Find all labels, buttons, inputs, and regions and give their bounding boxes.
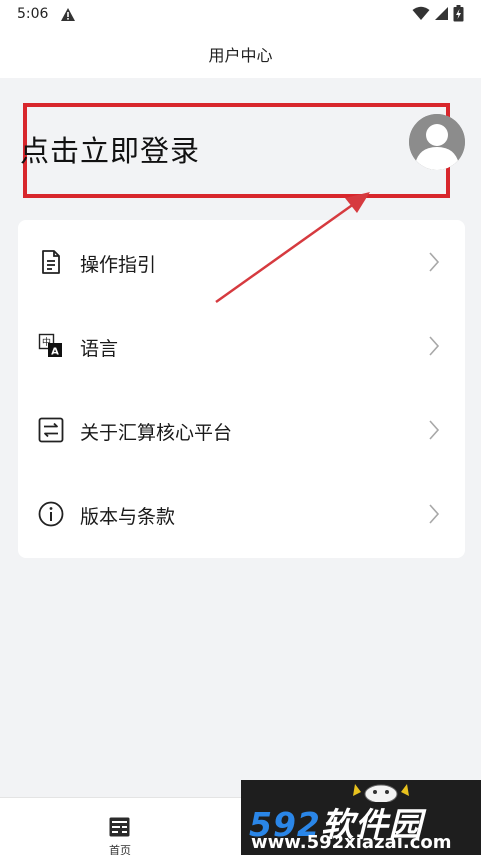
menu-item-version-terms[interactable]: 版本与条款 xyxy=(18,472,465,556)
menu-item-label: 操作指引 xyxy=(80,254,157,276)
chevron-right-icon xyxy=(429,504,440,524)
battery-icon xyxy=(453,5,464,22)
login-prompt[interactable]: 点击立即登录 xyxy=(20,128,200,170)
menu-item-about[interactable]: 关于汇算核心平台 xyxy=(18,388,465,472)
warning-icon xyxy=(61,8,75,21)
nav-home-label: 首页 xyxy=(109,844,131,855)
status-bar: 5:06 xyxy=(0,0,481,30)
page-title: 用户中心 xyxy=(208,46,273,65)
menu-item-language[interactable]: 中 A 语言 xyxy=(18,304,465,388)
menu-item-label: 语言 xyxy=(80,338,119,360)
language-icon: 中 A xyxy=(38,333,62,358)
document-icon xyxy=(42,250,60,274)
nav-home[interactable]: 首页 xyxy=(95,806,145,855)
watermark-url: www.592xiazai.com xyxy=(251,832,452,853)
swap-arrows-icon xyxy=(38,417,64,443)
chevron-right-icon xyxy=(429,420,440,440)
avatar[interactable] xyxy=(409,114,465,170)
menu-item-label: 版本与条款 xyxy=(80,506,176,528)
signal-icon xyxy=(435,7,448,20)
menu-item-label: 关于汇算核心平台 xyxy=(80,422,233,444)
watermark-logo: 592软件园 www.592xiazai.com xyxy=(241,780,481,855)
home-icon xyxy=(109,817,130,837)
annotation-arrow-icon xyxy=(215,192,370,304)
svg-text:A: A xyxy=(51,347,59,358)
info-icon xyxy=(38,501,64,527)
user-avatar-icon xyxy=(409,114,465,170)
app-header: 用户中心 xyxy=(0,30,481,78)
chevron-right-icon xyxy=(429,336,440,356)
wifi-icon xyxy=(412,6,430,20)
status-time: 5:06 xyxy=(17,6,49,22)
chevron-right-icon xyxy=(429,252,440,272)
